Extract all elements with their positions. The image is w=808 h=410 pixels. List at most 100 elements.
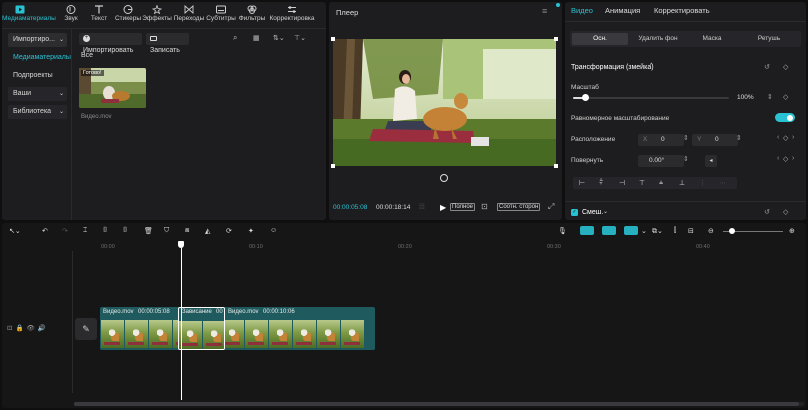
rotate-field[interactable]: 0.00°: [638, 155, 684, 167]
person-icon[interactable]: ☺: [270, 227, 277, 234]
scale-slider[interactable]: [573, 94, 729, 101]
snapshot-icon[interactable]: ⊡: [481, 202, 488, 211]
scale-slider-knob[interactable]: [582, 94, 590, 101]
preview-axis-icon[interactable]: [624, 226, 638, 235]
toolbar-filters[interactable]: Фильтры: [235, 5, 269, 22]
align-center-h-icon[interactable]: ⫩: [599, 179, 603, 187]
toolbar-adjust[interactable]: Корректировка: [268, 5, 316, 22]
position-y-field[interactable]: Y 0: [692, 134, 738, 146]
sort-icon[interactable]: ⇅⌄: [273, 34, 285, 42]
zoom-in-icon[interactable]: ⊕: [789, 227, 795, 235]
mic-icon[interactable]: 🎙: [558, 227, 567, 235]
align-center-v-icon[interactable]: ⫨: [659, 179, 663, 187]
rotate-dial-icon[interactable]: ◂: [705, 155, 717, 167]
horizontal-scrollbar[interactable]: [74, 402, 804, 406]
crop-handle[interactable]: [554, 164, 558, 168]
scrollbar-thumb[interactable]: [74, 402, 799, 406]
redo-icon[interactable]: ↷: [62, 227, 68, 235]
subtab-retouch[interactable]: Ретушь: [741, 33, 797, 45]
crop-handle[interactable]: [554, 37, 558, 41]
align-left-icon[interactable]: ⊢: [579, 179, 585, 187]
tab-adjust[interactable]: Корректировать: [654, 2, 710, 20]
next-keyframe-icon[interactable]: ›: [792, 134, 794, 141]
search-icon[interactable]: ⌕: [233, 33, 237, 43]
select-tool-icon[interactable]: ↖⌄: [9, 227, 21, 235]
zoom-out-icon[interactable]: ⊖: [708, 227, 714, 235]
next-keyframe-icon[interactable]: ›: [792, 155, 794, 162]
rotate-icon[interactable]: ⟳: [226, 227, 232, 235]
tab-animation[interactable]: Анимация: [605, 2, 640, 20]
menu-icon[interactable]: ≡: [542, 6, 547, 16]
linkage-icon[interactable]: ⧉⌄: [652, 227, 663, 236]
filter-all[interactable]: Все: [81, 52, 93, 59]
chevron-down-icon[interactable]: ⌄: [603, 208, 608, 215]
keyframe-icon[interactable]: ◇: [783, 93, 788, 101]
crop-icon[interactable]: ⧈: [185, 227, 189, 235]
grid-view-icon[interactable]: ▦: [253, 34, 260, 42]
stepper-icon[interactable]: ⇕: [683, 134, 689, 142]
split-view-icon[interactable]: ⫿: [674, 227, 676, 235]
cover-edit-button[interactable]: ✎: [75, 318, 97, 340]
toolbar-effects[interactable]: Эффекты: [140, 5, 174, 22]
playhead-handle[interactable]: [178, 241, 184, 248]
sidebar-item-media[interactable]: Медиаматериалы: [8, 51, 72, 65]
prev-keyframe-icon[interactable]: ‹: [777, 155, 779, 162]
link-toggle-icon[interactable]: [580, 226, 594, 235]
zoom-slider-knob[interactable]: [729, 228, 735, 234]
keyframe-icon[interactable]: ◇: [783, 134, 788, 142]
reset-icon[interactable]: ↺: [764, 208, 770, 216]
magic-icon[interactable]: ✦: [248, 227, 254, 235]
keyframe-icon[interactable]: ◇: [783, 155, 788, 163]
toolbar-media[interactable]: Медиаматериалы: [2, 5, 56, 22]
subtab-basic[interactable]: Осн.: [572, 33, 628, 45]
delete-icon[interactable]: 🗑: [144, 227, 153, 235]
zoom-slider[interactable]: [723, 228, 783, 234]
sidebar-item-yours[interactable]: Ваши ⌄: [8, 87, 67, 101]
snap-toggle-icon[interactable]: [602, 226, 616, 235]
chevron-up-icon[interactable]: ^: [650, 63, 653, 69]
undo-icon[interactable]: ↶: [42, 227, 48, 235]
align-right-icon[interactable]: ⊣: [619, 179, 625, 187]
keyframe-icon[interactable]: ◇: [783, 208, 788, 216]
scale-value[interactable]: 100%: [737, 94, 754, 101]
crop-handle[interactable]: [331, 37, 335, 41]
align-top-icon[interactable]: ⊤: [639, 179, 645, 187]
import-button[interactable]: +Импортировать: [79, 33, 142, 54]
blend-checkbox[interactable]: ✓: [571, 209, 578, 216]
position-x-field[interactable]: X 0: [638, 134, 684, 146]
fullscreen-icon[interactable]: ⤢: [548, 202, 554, 212]
reset-icon[interactable]: ↺: [764, 63, 770, 71]
toolbar-transitions[interactable]: Переходы: [172, 5, 206, 22]
preview-frame[interactable]: [331, 37, 558, 168]
sidebar-item-library[interactable]: Библиотека ⌄: [8, 105, 67, 119]
subtab-remove-bg[interactable]: Удалить фон: [631, 33, 685, 45]
tab-video[interactable]: Видео: [571, 2, 593, 20]
crop-handle[interactable]: [331, 164, 335, 168]
volume-icon[interactable]: 🔊: [38, 325, 49, 332]
eye-icon[interactable]: 👁: [27, 325, 38, 332]
marker-icon[interactable]: ⛉: [164, 227, 169, 235]
keyframe-icon[interactable]: ◇: [783, 63, 788, 71]
quality-select[interactable]: Полное: [450, 203, 476, 211]
subtab-mask[interactable]: Маска: [687, 33, 737, 45]
aspect-ratio-select[interactable]: Соотн. сторон: [497, 203, 541, 211]
waveform-icon[interactable]: ⁞⁞⁞: [419, 204, 425, 211]
mirror-icon[interactable]: ◭: [205, 227, 210, 235]
sidebar-item-subprojects[interactable]: Подпроекты: [8, 69, 67, 83]
video-track[interactable]: Видео.mov 00:00:05:08 Видео.mov 00:00:10…: [100, 307, 375, 350]
media-thumbnail[interactable]: Готово!: [79, 68, 146, 108]
stepper-icon[interactable]: ⇕: [736, 134, 742, 142]
split-icon[interactable]: ⌶: [83, 227, 87, 235]
stepper-icon[interactable]: ⇕: [767, 93, 773, 101]
prev-keyframe-icon[interactable]: ‹: [777, 134, 779, 141]
freeze-frame-clip[interactable]: Зависание 00: [178, 307, 225, 350]
record-button[interactable]: Записать: [146, 33, 189, 54]
filter-icon[interactable]: ⊤⌄: [294, 34, 306, 42]
stepper-icon[interactable]: ⇕: [683, 155, 689, 163]
chevron-down-icon[interactable]: ⌄: [641, 227, 647, 235]
toolbar-subtitles[interactable]: Субтитры: [204, 5, 238, 22]
play-icon[interactable]: ▶: [440, 203, 446, 212]
subtitle-track-icon[interactable]: ⊟: [688, 227, 694, 235]
split-left-icon[interactable]: ⌷: [103, 227, 107, 235]
lock-icon[interactable]: 🔒: [15, 325, 26, 332]
